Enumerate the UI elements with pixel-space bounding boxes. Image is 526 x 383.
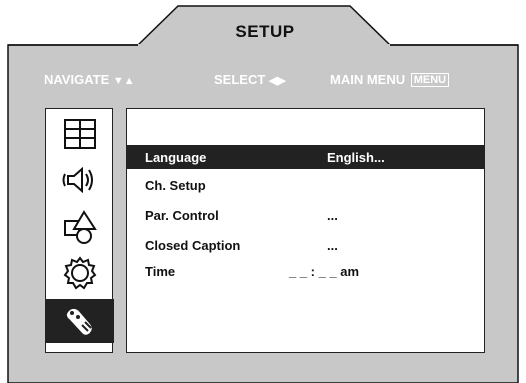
navigate-hint: NAVIGATE ▼▲	[44, 72, 135, 87]
navigate-label: NAVIGATE	[44, 72, 110, 87]
select-label: SELECT	[214, 72, 266, 87]
menu-button-badge: MENU	[410, 73, 450, 87]
main-menu-label: MAIN MENU	[330, 72, 406, 87]
menu-item-value: ...	[327, 208, 338, 223]
menu-item-label: Closed Caption	[145, 238, 241, 253]
category-features[interactable]	[46, 205, 114, 247]
category-audio[interactable]	[46, 159, 114, 201]
page-title: SETUP	[235, 22, 295, 41]
menu-item-value: English...	[327, 150, 385, 165]
category-setup-selected[interactable]	[46, 299, 114, 343]
nav-hint-bar: NAVIGATE ▼▲ SELECT ◀▶ MAIN MENU MENU	[0, 72, 526, 92]
menu-item-closed-caption[interactable]: Closed Caption ...	[127, 233, 484, 257]
up-down-arrows-icon: ▼▲	[112, 75, 135, 87]
shapes-icon	[64, 210, 97, 244]
setup-menu-panel: Language English... Ch. Setup Par. Contr…	[126, 108, 485, 353]
menu-item-label: Language	[145, 150, 207, 165]
display-grid-icon	[64, 119, 96, 149]
menu-item-label: Time	[145, 264, 176, 279]
left-right-arrows-icon: ◀▶	[268, 75, 286, 87]
menu-item-time[interactable]: Time _ _ : _ _ am	[127, 259, 484, 283]
tools-connector-icon	[66, 308, 92, 335]
menu-item-value: ...	[327, 238, 338, 253]
speaker-icon	[62, 166, 93, 194]
settings-gear-icon	[63, 256, 97, 290]
category-display[interactable]	[46, 113, 114, 155]
menu-item-par-control[interactable]: Par. Control ...	[127, 203, 484, 227]
menu-item-label: Par. Control	[145, 208, 219, 223]
main-menu-hint: MAIN MENU MENU	[330, 72, 450, 87]
category-settings[interactable]	[46, 251, 114, 293]
menu-item-label: Ch. Setup	[145, 178, 206, 193]
menu-item-ch-setup[interactable]: Ch. Setup	[127, 173, 484, 197]
select-hint: SELECT ◀▶	[214, 72, 286, 87]
menu-item-value: _ _ : _ _ am	[289, 264, 360, 279]
menu-item-language[interactable]: Language English...	[127, 145, 484, 169]
category-icon-column	[45, 108, 114, 353]
